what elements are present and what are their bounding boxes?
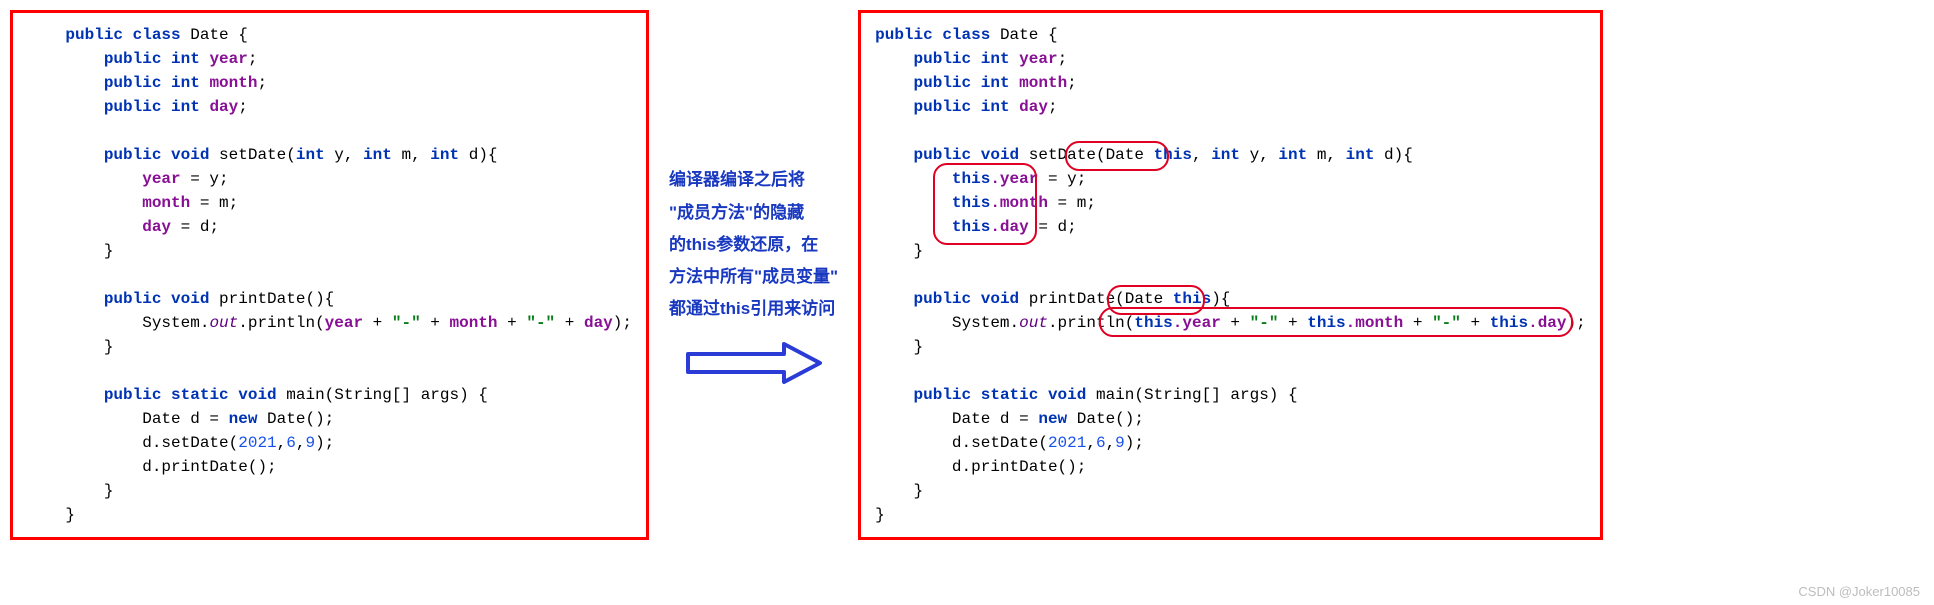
explain-line: 方法中所有"成员变量" <box>669 261 838 293</box>
middle-column: 编译器编译之后将 "成员方法"的隐藏 的this参数还原，在 方法中所有"成员变… <box>669 164 838 385</box>
left-code: public class Date { public int year; pub… <box>27 23 632 527</box>
explain-line: 都通过this引用来访问 <box>669 293 838 325</box>
right-code: public class Date { public int year; pub… <box>875 23 1586 527</box>
left-code-box: public class Date { public int year; pub… <box>10 10 649 540</box>
arrow-right-icon <box>684 340 824 386</box>
right-code-box: public class Date { public int year; pub… <box>858 10 1603 540</box>
explain-line: 的this参数还原，在 <box>669 229 838 261</box>
explain-line: 编译器编译之后将 <box>669 164 838 196</box>
explain-line: "成员方法"的隐藏 <box>669 197 838 229</box>
watermark-text: CSDN @Joker10085 <box>1798 584 1920 599</box>
explanation-text: 编译器编译之后将 "成员方法"的隐藏 的this参数还原，在 方法中所有"成员变… <box>669 164 838 325</box>
